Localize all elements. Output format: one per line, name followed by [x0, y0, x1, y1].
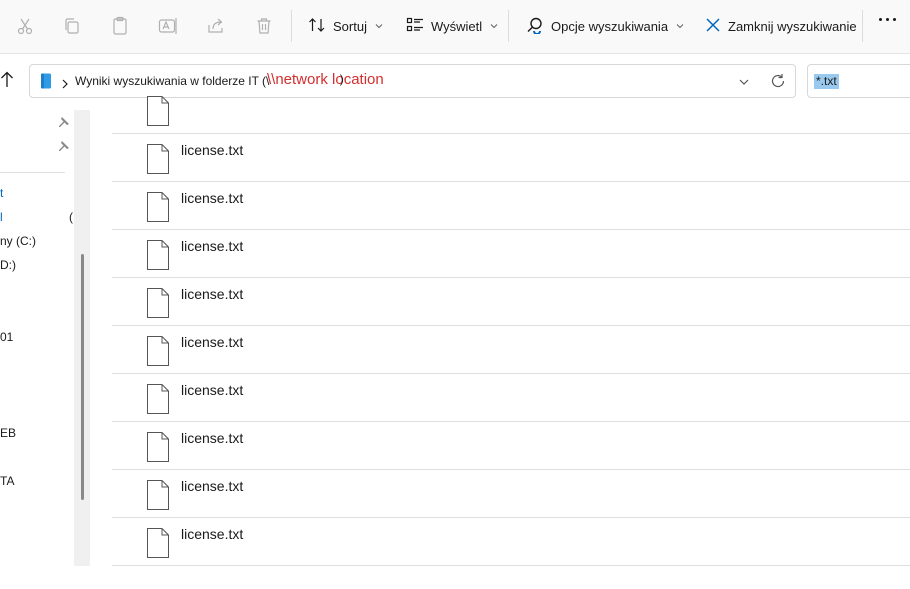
file-name: license.txt: [181, 382, 244, 398]
nav-item[interactable]: EB: [0, 426, 16, 440]
list-item[interactable]: license.txt: [112, 518, 910, 566]
list-item[interactable]: license.txt: [112, 182, 910, 230]
rename-icon[interactable]: [158, 15, 178, 37]
text-file-icon: [146, 192, 170, 222]
text-file-icon: [146, 528, 170, 558]
text-file-icon: [146, 480, 170, 510]
nav-divider: [0, 172, 65, 173]
text-file-icon: [146, 288, 170, 318]
close-icon: [705, 17, 721, 36]
text-file-icon: [146, 384, 170, 414]
sort-button[interactable]: Sortuj: [304, 10, 388, 42]
nav-item-drive-c[interactable]: ny (C:): [0, 234, 36, 248]
sort-label: Sortuj: [333, 18, 367, 34]
search-options-icon: [526, 16, 544, 37]
file-name: license.txt: [181, 526, 244, 542]
file-name: license.txt: [181, 142, 244, 158]
nav-item[interactable]: (: [69, 210, 73, 224]
list-item[interactable]: license.txt: [112, 230, 910, 278]
file-list: license.txt license.txt license.txt lice…: [112, 96, 910, 568]
nav-item[interactable]: l: [0, 210, 3, 224]
view-label: Wyświetl: [431, 18, 483, 34]
chevron-down-icon: [675, 21, 685, 31]
list-item[interactable]: license.txt: [112, 470, 910, 518]
chevron-down-icon: [374, 21, 384, 31]
file-name: license.txt: [181, 190, 244, 206]
text-file-icon: [146, 336, 170, 366]
list-item[interactable]: license.txt: [112, 134, 910, 182]
nav-item-drive-d[interactable]: D:): [0, 258, 16, 272]
list-item[interactable]: license.txt: [112, 278, 910, 326]
more-dots-icon[interactable]: [879, 18, 896, 21]
list-item[interactable]: license.txt: [112, 422, 910, 470]
search-options-label: Opcje wyszukiwania: [551, 18, 669, 34]
toolbar-separator: [291, 10, 292, 42]
text-file-icon: [146, 96, 170, 126]
text-file-icon: [146, 240, 170, 270]
file-name: license.txt: [181, 286, 244, 302]
pin-icon[interactable]: [58, 139, 70, 151]
toolbar-separator: [862, 10, 863, 42]
scissors-icon[interactable]: [15, 15, 35, 37]
close-search-button[interactable]: Zamknij wyszukiwanie: [701, 10, 861, 42]
up-arrow-icon[interactable]: [0, 70, 16, 90]
file-name: license.txt: [181, 334, 244, 350]
search-options-button[interactable]: Opcje wyszukiwania: [522, 10, 689, 42]
list-item[interactable]: [112, 86, 910, 134]
file-name: license.txt: [181, 430, 244, 446]
view-list-icon: [406, 17, 424, 36]
nav-item[interactable]: 01: [0, 330, 13, 344]
sort-icon: [308, 17, 326, 36]
list-item[interactable]: license.txt: [112, 326, 910, 374]
trash-icon[interactable]: [254, 15, 274, 37]
command-bar: Sortuj Wyświetl Opcje wyszukiwania Zamkn…: [0, 0, 910, 54]
view-button[interactable]: Wyświetl: [402, 10, 503, 42]
file-name: license.txt: [181, 238, 244, 254]
nav-item[interactable]: t: [0, 186, 3, 200]
pin-icon[interactable]: [58, 115, 70, 127]
nav-scrollbar-thumb[interactable]: [81, 254, 84, 500]
toolbar-separator: [508, 10, 509, 42]
copy-icon[interactable]: [62, 15, 82, 37]
file-name: license.txt: [181, 478, 244, 494]
clipboard-icon[interactable]: [110, 15, 130, 37]
nav-item[interactable]: TA: [0, 474, 14, 488]
text-file-icon: [146, 432, 170, 462]
close-search-label: Zamknij wyszukiwanie: [728, 18, 857, 34]
breadcrumb-chevron-icon[interactable]: [61, 76, 69, 89]
chevron-down-icon: [489, 21, 499, 31]
search-folder-icon: [40, 73, 52, 89]
list-item[interactable]: license.txt: [112, 374, 910, 422]
share-icon[interactable]: [206, 15, 226, 37]
text-file-icon: [146, 144, 170, 174]
